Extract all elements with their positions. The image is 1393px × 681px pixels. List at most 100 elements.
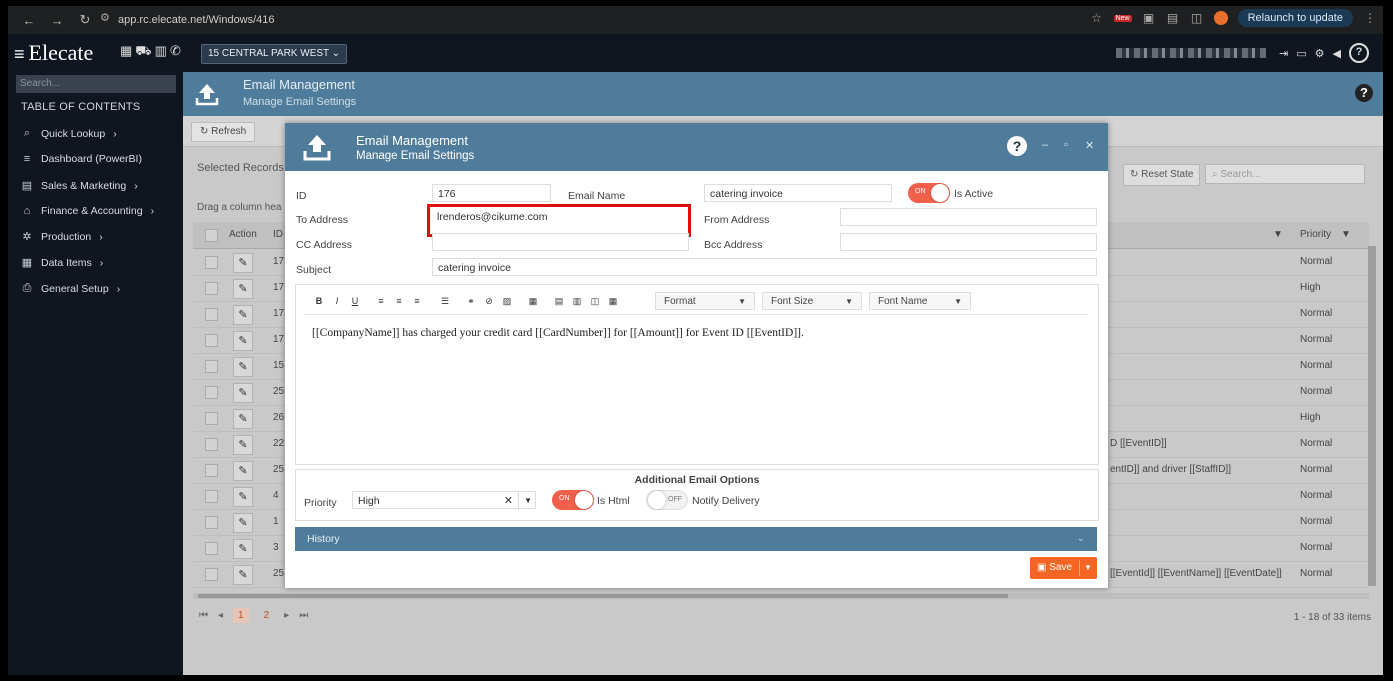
chevron-down-icon[interactable]: ▼ (518, 492, 532, 510)
hamburger-icon[interactable]: ≡ (14, 44, 25, 64)
scroll-thumb[interactable] (198, 594, 1008, 598)
edit-pencil-icon[interactable]: ✎ (233, 461, 253, 481)
row-checkbox[interactable] (205, 542, 218, 555)
align-right-icon[interactable]: ≡ (410, 294, 424, 308)
italic-button[interactable]: I (330, 294, 344, 308)
unlink-icon[interactable]: ⊘ (482, 294, 496, 308)
profile-avatar[interactable] (1213, 11, 1228, 25)
reload-icon[interactable]: ↻ (78, 12, 92, 28)
from-address-field[interactable] (840, 208, 1097, 226)
sidebar-item-general-setup[interactable]: ⎙ General Setup › (21, 282, 121, 295)
extension-icon[interactable]: ▣ (1142, 11, 1156, 25)
row-checkbox[interactable] (205, 412, 218, 425)
row-checkbox[interactable] (205, 256, 218, 269)
history-panel-header[interactable]: History ⌄ (295, 527, 1097, 551)
bcc-address-field[interactable] (840, 233, 1097, 251)
extension-icon-2[interactable]: ▤ (1166, 11, 1180, 25)
sidebar-search-input[interactable]: Search... (16, 75, 176, 93)
delete-row-icon[interactable]: ▦ (606, 294, 620, 308)
edit-pencil-icon[interactable]: ✎ (233, 279, 253, 299)
close-icon[interactable]: ✕ (1085, 139, 1094, 152)
row-checkbox[interactable] (205, 464, 218, 477)
edit-pencil-icon[interactable]: ✎ (233, 435, 253, 455)
app-logo[interactable]: ≡ Elecate (14, 40, 93, 66)
first-page-icon[interactable]: ⏮ (199, 610, 208, 621)
minimize-icon[interactable]: – (1042, 139, 1048, 151)
edit-pencil-icon[interactable]: ✎ (233, 383, 253, 403)
add-row-icon[interactable]: ▥ (570, 294, 584, 308)
link-icon[interactable]: ⚭ (464, 294, 478, 308)
help-icon[interactable]: ? (1349, 43, 1369, 63)
row-checkbox[interactable] (205, 308, 218, 321)
row-checkbox[interactable] (205, 282, 218, 295)
clear-icon[interactable]: ✕ (504, 492, 513, 510)
site-info-icon[interactable]: ⚙ (100, 11, 110, 24)
is-html-toggle[interactable]: ON (552, 490, 594, 510)
align-center-icon[interactable]: ≡ (392, 294, 406, 308)
row-checkbox[interactable] (205, 516, 218, 529)
sidebar-item-data-items[interactable]: ▦ Data Items › (21, 256, 103, 270)
last-page-icon[interactable]: ⏭ (299, 610, 308, 621)
table-wizard-icon[interactable]: ▦ (526, 294, 540, 308)
settings-icon[interactable]: ⚙ (1315, 47, 1325, 60)
more-vert-icon[interactable]: ⋮ (1363, 11, 1377, 25)
save-options-chevron-icon[interactable]: ▼ (1084, 557, 1092, 579)
location-select[interactable]: 15 CENTRAL PARK WEST ⌄ (201, 44, 348, 64)
sidebar-item-finance[interactable]: ⌂ Finance & Accounting › (21, 205, 154, 217)
row-checkbox[interactable] (205, 386, 218, 399)
edit-pencil-icon[interactable]: ✎ (233, 539, 253, 559)
extension-new-badge[interactable]: New (1113, 14, 1132, 22)
edit-pencil-icon[interactable]: ✎ (233, 305, 253, 325)
page-1-button[interactable]: 1 (233, 608, 249, 623)
id-field[interactable]: 176 (432, 184, 551, 202)
sidebar-item-dashboard[interactable]: ≡ Dashboard (PowerBI) (21, 153, 142, 165)
underline-button[interactable]: U (348, 294, 362, 308)
bold-button[interactable]: B (312, 294, 326, 308)
maximize-icon[interactable]: ▫ (1064, 139, 1068, 151)
save-button[interactable]: ▣ Save ▼ (1030, 557, 1097, 579)
sidebar-item-production[interactable]: ✲ Production › (21, 230, 102, 244)
next-page-icon[interactable]: ▸ (284, 610, 289, 621)
row-checkbox[interactable] (205, 438, 218, 451)
page-2-button[interactable]: 2 (259, 608, 275, 623)
phone-icon[interactable]: ✆ (170, 43, 184, 58)
priority-select[interactable]: High ✕ ▼ (352, 491, 536, 510)
is-active-toggle[interactable]: ON (908, 183, 950, 203)
row-checkbox[interactable] (205, 568, 218, 581)
subject-field[interactable]: catering invoice (432, 258, 1097, 276)
edit-pencil-icon[interactable]: ✎ (233, 331, 253, 351)
vertical-scrollbar[interactable] (1368, 246, 1376, 586)
row-checkbox[interactable] (205, 360, 218, 373)
logout-icon[interactable]: ⇥ (1279, 47, 1288, 60)
list-icon[interactable]: ☰ (438, 294, 452, 308)
add-column-icon[interactable]: ◫ (588, 294, 602, 308)
sidebar-item-quick-lookup[interactable]: ⌕ Quick Lookup › (21, 127, 117, 140)
reset-state-button[interactable]: ↻ Reset State (1123, 164, 1201, 186)
grid-search-input[interactable]: ⌕ Search... (1205, 164, 1365, 184)
star-icon[interactable]: ☆ (1090, 11, 1104, 25)
help-icon[interactable]: ? (1355, 84, 1373, 102)
horizontal-scrollbar[interactable] (193, 593, 1369, 599)
image-icon[interactable]: ▨ (500, 294, 514, 308)
help-icon[interactable]: ? (1007, 136, 1027, 156)
url-bar[interactable]: app.rc.elecate.net/Windows/416 (118, 11, 275, 29)
align-left-icon[interactable]: ≡ (374, 294, 388, 308)
folder-icon[interactable]: ▭ (1296, 47, 1306, 60)
insert-table-icon[interactable]: ▤ (552, 294, 566, 308)
edit-pencil-icon[interactable]: ✎ (233, 513, 253, 533)
font-name-dropdown[interactable]: Font Name ▼ (869, 292, 971, 310)
edit-pencil-icon[interactable]: ✎ (233, 409, 253, 429)
row-checkbox[interactable] (205, 334, 218, 347)
notify-delivery-toggle[interactable]: OFF (646, 490, 688, 510)
font-size-dropdown[interactable]: Font Size ▼ (762, 292, 862, 310)
puzzle-icon[interactable]: ◫ (1190, 11, 1204, 25)
format-dropdown[interactable]: Format ▼ (655, 292, 755, 310)
edit-pencil-icon[interactable]: ✎ (233, 565, 253, 585)
filter-icon[interactable]: ▼ (1341, 229, 1351, 240)
sidebar-item-sales[interactable]: ▤ Sales & Marketing › (21, 179, 138, 193)
building-icon[interactable]: ▥ (155, 43, 170, 58)
prev-page-icon[interactable]: ◂ (218, 610, 223, 621)
editor-content[interactable]: [[CompanyName]] has charged your credit … (312, 327, 804, 339)
filter-icon[interactable]: ▼ (1273, 229, 1283, 240)
edit-pencil-icon[interactable]: ✎ (233, 357, 253, 377)
